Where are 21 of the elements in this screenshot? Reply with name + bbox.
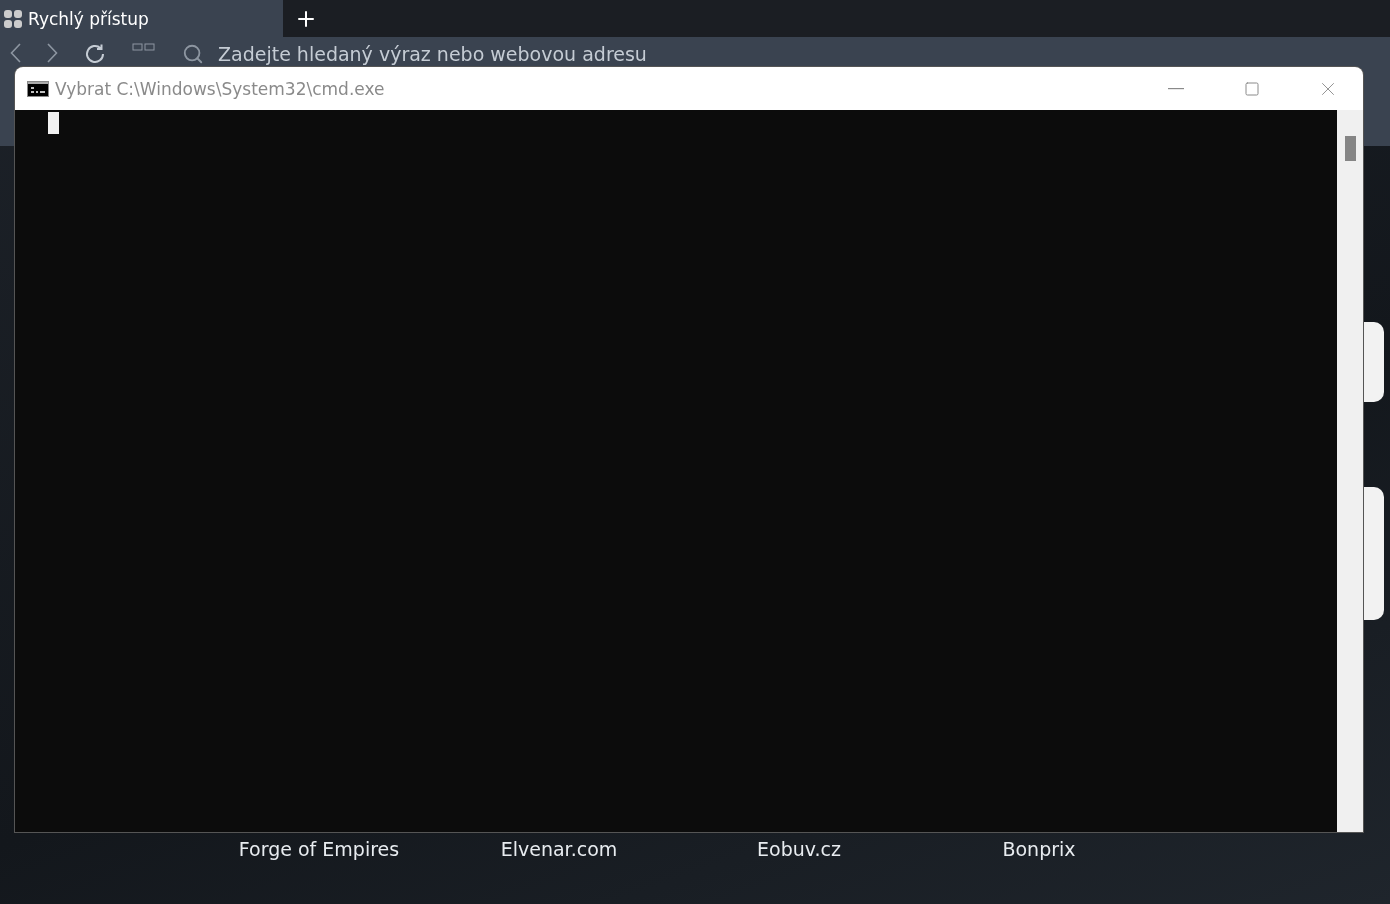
grid-icon	[4, 9, 22, 28]
text-cursor	[48, 112, 59, 134]
browser-tab[interactable]: Rychlý přístup	[0, 0, 283, 37]
speed-dial-link[interactable]: Elvenar.com	[439, 838, 679, 860]
back-button[interactable]	[10, 43, 21, 63]
scrollbar-thumb[interactable]	[1344, 136, 1356, 161]
speed-dial-link[interactable]: Forge of Empires	[199, 838, 439, 860]
console-icon	[27, 80, 49, 97]
back-icon	[10, 43, 21, 63]
speed-dial-link[interactable]: Bonprix	[919, 838, 1159, 860]
forward-button[interactable]	[47, 43, 58, 63]
maximize-icon	[1244, 80, 1260, 97]
window-title: Vybrat C:\Windows\System32\cmd.exe	[55, 78, 386, 99]
speed-dial-link[interactable]: Eobuv.cz	[679, 838, 919, 860]
reload-icon	[84, 43, 106, 65]
forward-icon	[47, 43, 58, 63]
scrollbar[interactable]	[1337, 110, 1363, 832]
address-field[interactable]: Zadejte hledaný výraz nebo webovou adresu	[182, 43, 647, 65]
reload-button[interactable]	[84, 43, 106, 65]
search-icon	[182, 43, 204, 65]
minimize-icon	[1168, 87, 1184, 90]
